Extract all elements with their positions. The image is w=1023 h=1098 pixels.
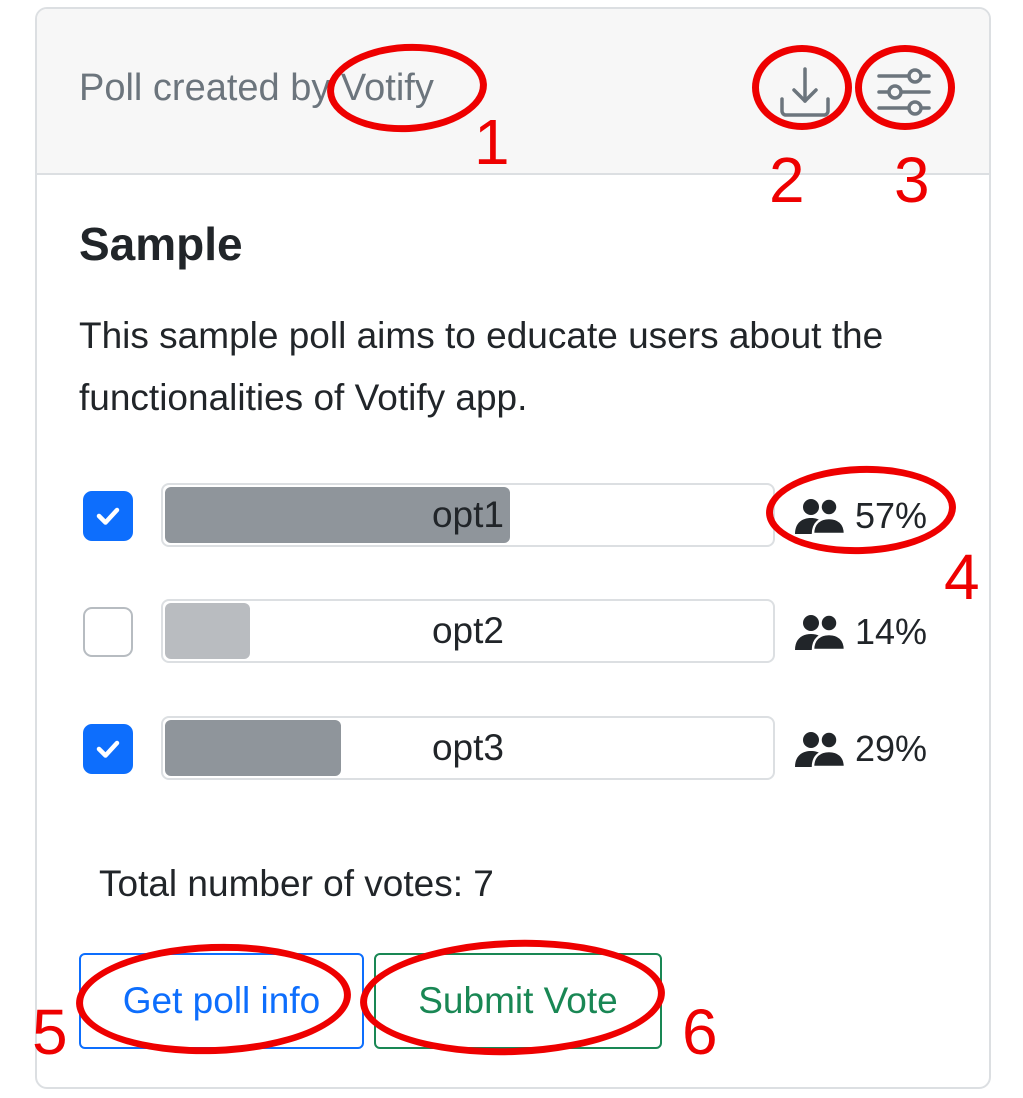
option-label: opt2 bbox=[431, 610, 504, 651]
option-label: opt3 bbox=[431, 727, 504, 768]
checkmark-icon bbox=[96, 507, 120, 525]
option-percent: 14% bbox=[855, 611, 928, 652]
option-vote-share[interactable]: 29% bbox=[793, 726, 927, 772]
option-checkbox[interactable] bbox=[83, 724, 133, 774]
download-icon bbox=[780, 67, 830, 117]
option-checkbox[interactable] bbox=[83, 607, 133, 657]
get-poll-info-button[interactable]: Get poll info bbox=[79, 953, 364, 1049]
card-header: Poll created by Votify bbox=[37, 9, 989, 175]
poll-creator-text: Poll created by Votify bbox=[79, 67, 434, 109]
option-bar[interactable]: opt2 bbox=[161, 599, 775, 663]
page: Poll created by Votify Sample This sampl… bbox=[0, 0, 1023, 1098]
checkmark-icon bbox=[96, 740, 120, 758]
poll-option-row: opt3 29% bbox=[83, 716, 943, 782]
option-bar[interactable]: opt3 bbox=[161, 716, 775, 780]
people-icon bbox=[795, 613, 847, 652]
sliders-icon bbox=[877, 68, 931, 116]
option-checkbox[interactable] bbox=[83, 491, 133, 541]
poll-option-row: opt2 14% bbox=[83, 599, 943, 665]
option-percent: 29% bbox=[855, 728, 928, 769]
people-icon bbox=[795, 497, 847, 536]
option-bar[interactable]: opt1 bbox=[161, 483, 775, 547]
poll-option-row: opt1 57% bbox=[83, 483, 943, 549]
option-vote-share[interactable]: 14% bbox=[793, 609, 927, 655]
poll-card: Poll created by Votify Sample This sampl… bbox=[35, 7, 991, 1089]
settings-button[interactable] bbox=[873, 61, 935, 123]
people-icon bbox=[795, 730, 847, 769]
download-button[interactable] bbox=[774, 61, 836, 123]
option-label: opt1 bbox=[431, 494, 504, 535]
option-percent: 57% bbox=[855, 495, 928, 536]
total-votes-text: Total number of votes: 7 bbox=[99, 863, 494, 904]
poll-description: This sample poll aims to educate users a… bbox=[79, 315, 884, 418]
submit-vote-button[interactable]: Submit Vote bbox=[374, 953, 662, 1049]
poll-title: Sample bbox=[79, 218, 243, 270]
option-vote-share[interactable]: 57% bbox=[793, 493, 927, 539]
